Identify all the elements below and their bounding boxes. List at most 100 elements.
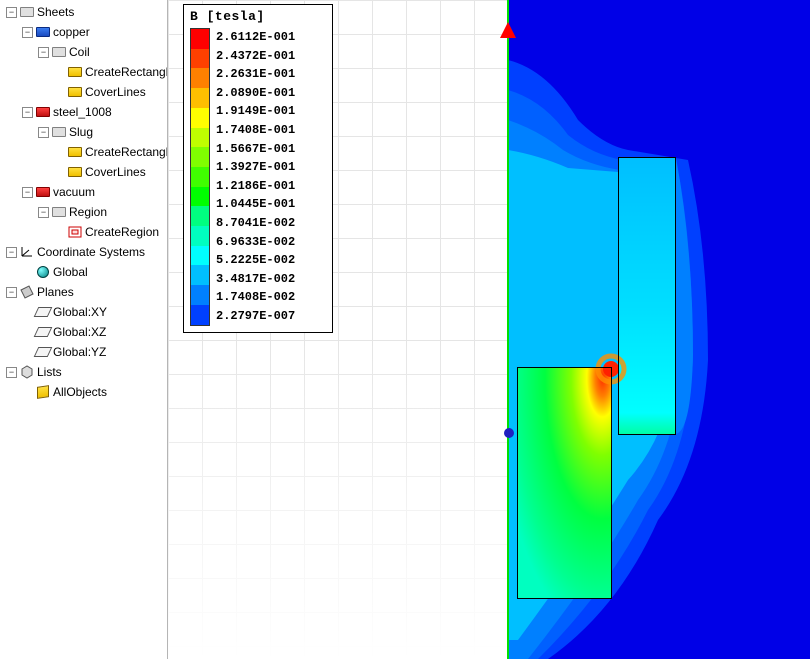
create-region-icon — [68, 226, 82, 238]
label: Global:XY — [53, 305, 107, 319]
label: Region — [69, 205, 107, 219]
tree-node-cover-lines[interactable]: CoverLines — [0, 82, 167, 102]
legend-color-segment — [191, 206, 209, 226]
legend-value: 2.0890E-001 — [216, 84, 295, 103]
create-rectangle-icon — [68, 147, 82, 157]
model-tree-panel[interactable]: − Sheets − copper − Coil CreateRectangle… — [0, 0, 168, 659]
material-copper-icon — [36, 27, 50, 37]
tree-node-steel[interactable]: − steel_1008 — [0, 102, 167, 122]
legend-value: 1.7408E-001 — [216, 121, 295, 140]
tree-node-copper[interactable]: − copper — [0, 22, 167, 42]
legend-value: 2.2631E-001 — [216, 65, 295, 84]
sheet-icon — [52, 47, 66, 57]
axis-arrow-icon — [500, 22, 516, 38]
label: CoverLines — [85, 165, 146, 179]
tree-node-slug[interactable]: − Slug — [0, 122, 167, 142]
legend-color-segment — [191, 285, 209, 305]
legend-color-segment — [191, 88, 209, 108]
legend-color-segment — [191, 226, 209, 246]
label: copper — [53, 25, 90, 39]
label: CreateRectangle — [85, 65, 167, 79]
tree-node-coil[interactable]: − Coil — [0, 42, 167, 62]
legend-color-segment — [191, 246, 209, 266]
collapse-icon[interactable]: − — [22, 187, 33, 198]
tree-node-plane-xz[interactable]: Global:XZ — [0, 322, 167, 342]
tree-node-plane-yz[interactable]: Global:YZ — [0, 342, 167, 362]
label: Slug — [69, 125, 93, 139]
plane-icon — [34, 347, 53, 357]
legend-color-segment — [191, 265, 209, 285]
label: Coordinate Systems — [37, 245, 145, 259]
material-vacuum-icon — [36, 187, 50, 197]
legend-value: 3.4817E-002 — [216, 270, 295, 289]
tree-node-plane-xy[interactable]: Global:XY — [0, 302, 167, 322]
tree-node-create-region[interactable]: CreateRegion — [0, 222, 167, 242]
sheet-icon — [52, 207, 66, 217]
legend-color-segment — [191, 29, 209, 49]
legend-value: 1.5667E-001 — [216, 140, 295, 159]
field-legend[interactable]: B [tesla] 2.6112E-0012.4372E-0012.2631E-… — [183, 4, 333, 333]
legend-color-segment — [191, 305, 209, 325]
modeler-viewport[interactable]: B [tesla] 2.6112E-0012.4372E-0012.2631E-… — [168, 0, 810, 659]
label: vacuum — [53, 185, 95, 199]
axis-origin-marker — [504, 428, 514, 438]
legend-color-bar — [190, 28, 210, 326]
label: Planes — [37, 285, 74, 299]
label: CoverLines — [85, 85, 146, 99]
lists-icon — [20, 365, 34, 379]
label: steel_1008 — [53, 105, 112, 119]
cover-lines-icon — [68, 167, 82, 177]
tree-node-lists[interactable]: − Lists — [0, 362, 167, 382]
collapse-icon[interactable]: − — [6, 287, 17, 298]
collapse-icon[interactable]: − — [6, 367, 17, 378]
legend-color-segment — [191, 49, 209, 69]
cover-lines-icon — [68, 87, 82, 97]
legend-color-segment — [191, 187, 209, 207]
legend-value: 1.0445E-001 — [216, 195, 295, 214]
legend-value: 2.2797E-007 — [216, 307, 295, 326]
tree-node-cover-lines-2[interactable]: CoverLines — [0, 162, 167, 182]
tree-node-vacuum[interactable]: − vacuum — [0, 182, 167, 202]
label: Global — [53, 265, 88, 279]
collapse-icon[interactable]: − — [22, 27, 33, 38]
tree-node-planes[interactable]: − Planes — [0, 282, 167, 302]
tree-node-region[interactable]: − Region — [0, 202, 167, 222]
legend-color-segment — [191, 128, 209, 148]
tree-node-create-rectangle[interactable]: CreateRectangle — [0, 62, 167, 82]
collapse-icon[interactable]: − — [6, 247, 17, 258]
label: Sheets — [37, 5, 74, 19]
legend-value: 1.7408E-002 — [216, 288, 295, 307]
legend-value: 1.9149E-001 — [216, 102, 295, 121]
legend-title: B [tesla] — [190, 9, 326, 24]
tree-node-sheets[interactable]: − Sheets — [0, 2, 167, 22]
legend-color-segment — [191, 147, 209, 167]
legend-color-segment — [191, 68, 209, 88]
legend-value: 6.9633E-002 — [216, 233, 295, 252]
collapse-icon[interactable]: − — [38, 207, 49, 218]
label: Coil — [69, 45, 90, 59]
collapse-icon[interactable]: − — [38, 127, 49, 138]
collapse-icon[interactable]: − — [22, 107, 33, 118]
sheet-icon — [52, 127, 66, 137]
legend-color-segment — [191, 108, 209, 128]
label: CreateRectangle — [85, 145, 167, 159]
tree-node-all-objects[interactable]: AllObjects — [0, 382, 167, 402]
tree-node-global-cs[interactable]: Global — [0, 262, 167, 282]
material-steel-icon — [36, 107, 50, 117]
legend-value: 2.6112E-001 — [216, 28, 295, 47]
sheets-icon — [20, 7, 34, 17]
label: Lists — [37, 365, 62, 379]
legend-value: 8.7041E-002 — [216, 214, 295, 233]
label: Global:YZ — [53, 345, 106, 359]
collapse-icon[interactable]: − — [38, 47, 49, 58]
plane-icon — [34, 307, 53, 317]
legend-color-segment — [191, 167, 209, 187]
tree-node-create-rectangle-2[interactable]: CreateRectangle — [0, 142, 167, 162]
collapse-icon[interactable]: − — [6, 7, 17, 18]
tree-node-coordinate-systems[interactable]: − Coordinate Systems — [0, 242, 167, 262]
create-rectangle-icon — [68, 67, 82, 77]
symmetry-axis — [507, 0, 509, 659]
all-objects-icon — [36, 386, 50, 398]
legend-value: 1.2186E-001 — [216, 177, 295, 196]
planes-icon — [20, 285, 34, 299]
